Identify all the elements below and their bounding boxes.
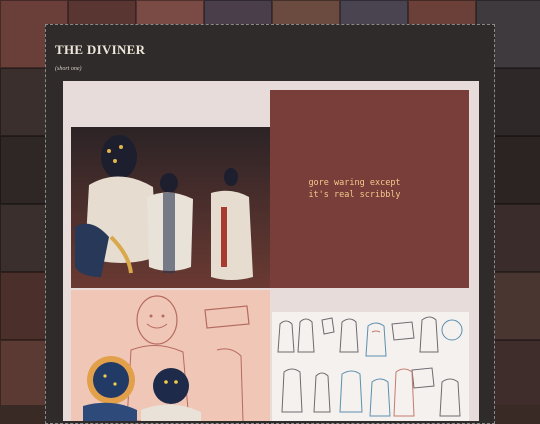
caption-panel: gore waring except it's real scribbly bbox=[270, 90, 469, 288]
photoset-gallery: gore waring except it's real scribbly bbox=[63, 81, 479, 421]
artwork-image-top-left[interactable] bbox=[71, 127, 270, 288]
artwork-image-bottom-left[interactable] bbox=[71, 290, 270, 421]
caption-text: gore waring except it's real scribbly bbox=[308, 178, 401, 200]
post-title[interactable]: THE DIVINER bbox=[55, 42, 145, 58]
post-subtitle: (short one) bbox=[55, 66, 82, 72]
post-container: THE DIVINER (short one) gore waring exce… bbox=[45, 24, 495, 424]
